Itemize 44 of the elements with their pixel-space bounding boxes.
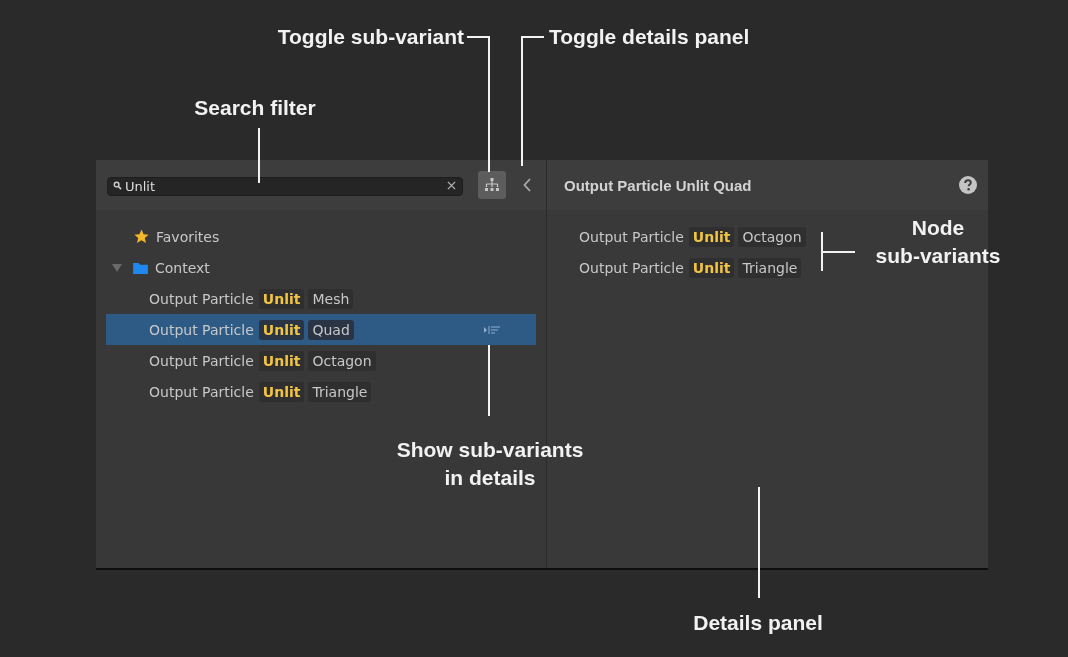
variant-tag: Mesh xyxy=(308,288,354,309)
match-tag: Unlit xyxy=(258,288,305,309)
variant-tag: Octagon xyxy=(738,226,806,247)
match-tag: Unlit xyxy=(688,257,735,278)
variant-tag: Octagon xyxy=(308,350,376,371)
details-title: Output Particle Unlit Quad xyxy=(564,176,752,194)
node-name: Output Particle xyxy=(149,383,254,400)
match-tag: Unlit xyxy=(688,226,735,247)
node-name: Output Particle xyxy=(579,259,684,276)
result-item[interactable]: Output Particle Unlit Octagon xyxy=(106,345,536,376)
sub-variant-toggle-button[interactable] xyxy=(478,171,506,199)
variant-tag: Quad xyxy=(308,319,354,340)
match-tag: Unlit xyxy=(258,319,305,340)
hierarchy-icon xyxy=(484,178,500,192)
favorites-label[interactable]: Favorites xyxy=(156,228,220,245)
search-field[interactable]: Unlit xyxy=(107,176,463,196)
callout-label: Details panel xyxy=(692,610,824,636)
sub-variant-item[interactable]: Output Particle Unlit Triangle xyxy=(579,252,806,283)
callout-label: Search filter xyxy=(193,95,317,121)
folder-icon xyxy=(133,261,148,274)
variant-tag: Triangle xyxy=(738,257,802,278)
show-sub-variants-icon[interactable] xyxy=(484,325,500,334)
sub-variant-item[interactable]: Output Particle Unlit Octagon xyxy=(579,221,810,252)
callout-label: Toggle sub-variant xyxy=(277,24,464,50)
node-name: Output Particle xyxy=(149,321,254,338)
star-icon xyxy=(134,229,149,244)
folder-label[interactable]: Context xyxy=(155,259,210,276)
callout-label: Toggle details panel xyxy=(549,24,750,50)
chevron-left-icon[interactable] xyxy=(523,178,531,192)
match-tag: Unlit xyxy=(258,381,305,402)
match-tag: Unlit xyxy=(258,350,305,371)
leader-line xyxy=(821,231,856,272)
node-name: Output Particle xyxy=(149,352,254,369)
help-icon[interactable] xyxy=(959,176,977,194)
result-item[interactable]: Output Particle Unlit Mesh xyxy=(106,283,536,314)
result-item[interactable]: Output Particle Unlit Quad xyxy=(106,314,536,345)
variant-tag: Triangle xyxy=(308,381,372,402)
callout-label: Show sub-variants in details xyxy=(395,437,585,491)
result-item[interactable]: Output Particle Unlit Triangle xyxy=(106,376,536,407)
leader-line xyxy=(258,127,260,184)
node-name: Output Particle xyxy=(149,290,254,307)
clear-icon[interactable] xyxy=(447,180,456,190)
node-name: Output Particle xyxy=(579,228,684,245)
callout-label: Node sub-variants xyxy=(874,215,1002,269)
